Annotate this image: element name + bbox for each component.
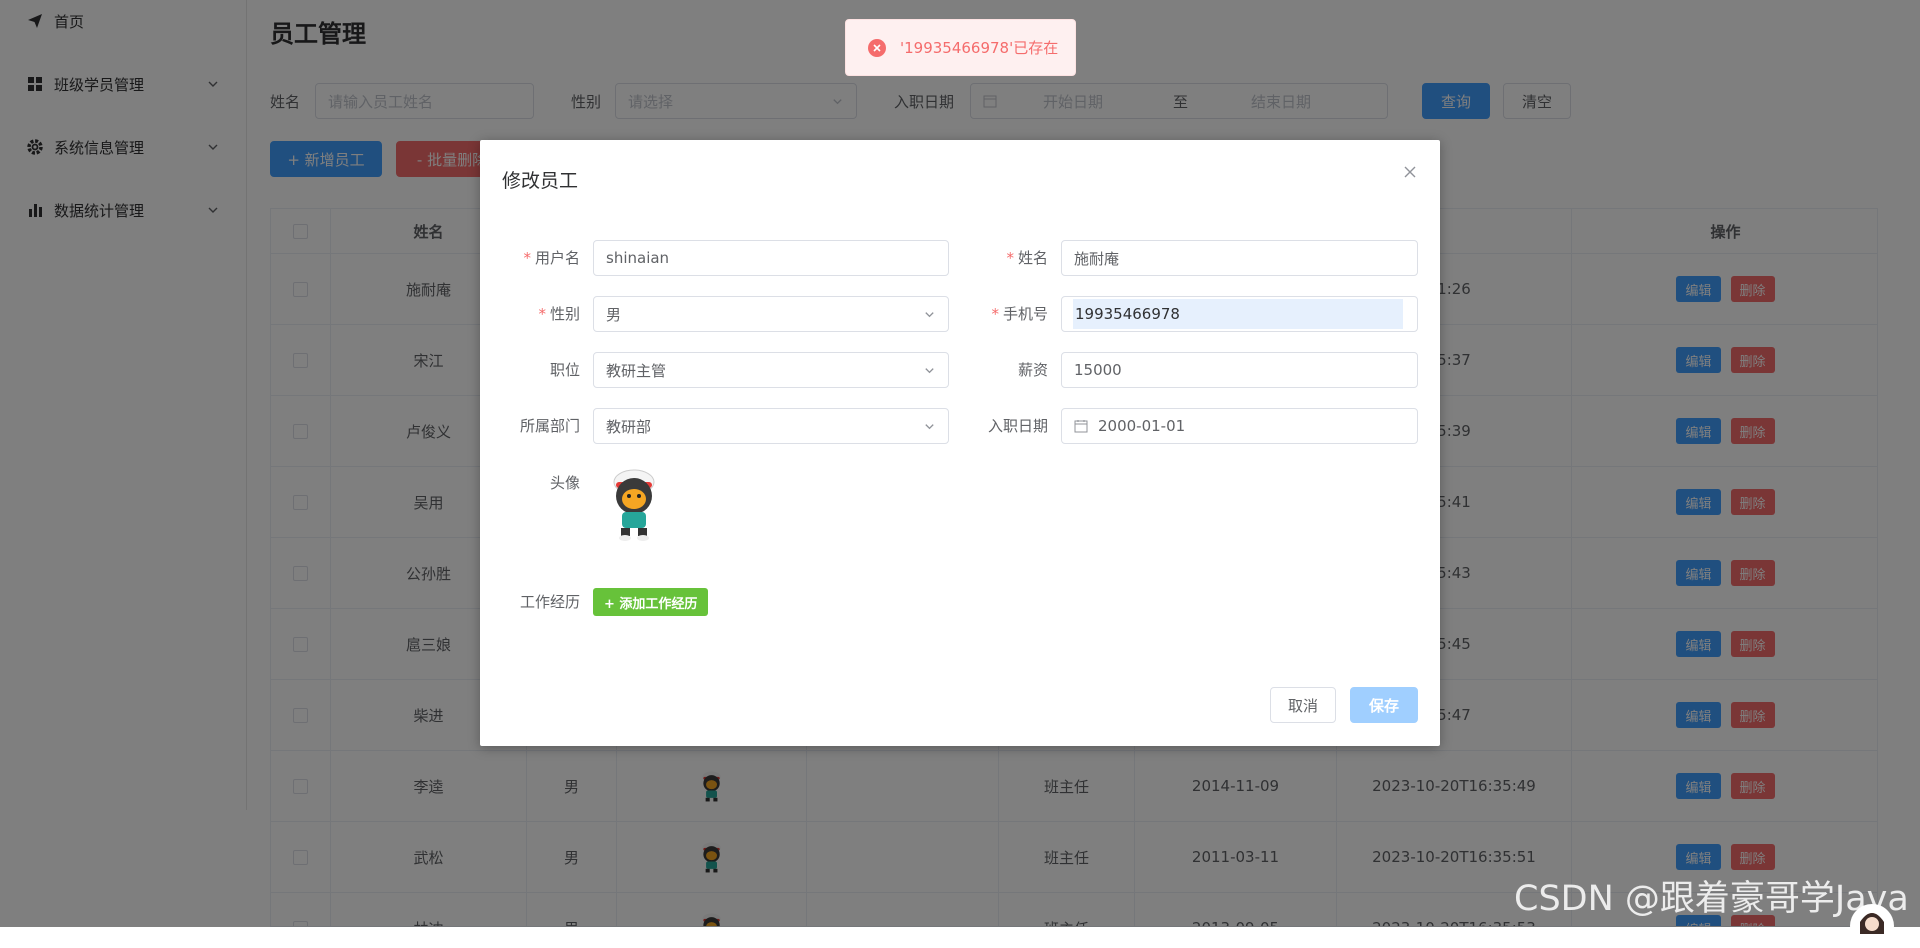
error-message: '19935466978'已存在: [845, 19, 1076, 76]
name-label-text: 姓名: [1017, 249, 1048, 267]
chevron-down-icon: [925, 312, 934, 318]
phone-label: * 手机号: [948, 296, 1048, 332]
work-experience-label: 工作经历: [519, 593, 580, 611]
save-button[interactable]: 保存: [1350, 687, 1418, 723]
dialog-title: 修改员工: [502, 170, 579, 192]
dept-select[interactable]: 教研部: [593, 408, 949, 444]
job-select[interactable]: 教研主管: [593, 352, 949, 388]
name-label: * 姓名: [948, 240, 1048, 276]
salary-label: 薪资: [1017, 361, 1048, 379]
username-label: * 用户名: [480, 240, 580, 276]
required-mark: *: [538, 305, 546, 323]
dept-value: 教研部: [606, 417, 652, 436]
close-icon[interactable]: [1402, 164, 1418, 180]
phone-label-text: 手机号: [1002, 305, 1048, 323]
watermark: CSDN @跟着豪哥学Java: [1514, 879, 1909, 919]
avatar-label: 头像: [549, 474, 580, 492]
gender-value: 男: [606, 305, 622, 324]
username-value: shinaian: [606, 249, 670, 267]
gender-label: * 性别: [480, 296, 580, 332]
gender-select[interactable]: 男: [593, 296, 949, 332]
dept-label: 所属部门: [519, 417, 580, 435]
phone-value: 19935466978: [1073, 299, 1403, 329]
edit-employee-dialog: 修改员工 * 用户名 shinaian * 姓名 施耐庵 * 性别 男 * 手机号 19…: [480, 140, 1440, 746]
add-work-experience-button[interactable]: + 添加工作经历: [593, 588, 709, 616]
entry-date-label: 入职日期: [987, 417, 1048, 435]
name-field[interactable]: 施耐庵: [1061, 240, 1418, 276]
corner-avatar: [1850, 904, 1894, 948]
username-field[interactable]: shinaian: [593, 240, 949, 276]
calendar-icon: [1074, 420, 1088, 433]
entry-date-value: 2000-01-01: [1098, 417, 1186, 435]
gender-label-text: 性别: [549, 305, 580, 323]
required-mark: *: [1006, 249, 1014, 267]
salary-value: 15000: [1074, 361, 1122, 379]
username-label-text: 用户名: [534, 249, 580, 267]
entry-date-field[interactable]: 2000-01-01: [1061, 408, 1418, 444]
salary-field[interactable]: 15000: [1061, 352, 1418, 388]
name-value: 施耐庵: [1074, 249, 1120, 268]
error-message-text: '19935466978'已存在: [900, 39, 1059, 57]
error-circle-icon: [868, 38, 886, 57]
avatar: [613, 469, 655, 541]
required-mark: *: [991, 305, 999, 323]
avatar-upload[interactable]: [602, 462, 682, 542]
phone-field[interactable]: 19935466978: [1061, 296, 1418, 332]
required-mark: *: [523, 249, 531, 267]
job-value: 教研主管: [606, 361, 667, 380]
chevron-down-icon: [925, 424, 934, 430]
cancel-button[interactable]: 取消: [1270, 687, 1336, 723]
chevron-down-icon: [925, 368, 934, 374]
job-label: 职位: [549, 361, 580, 379]
